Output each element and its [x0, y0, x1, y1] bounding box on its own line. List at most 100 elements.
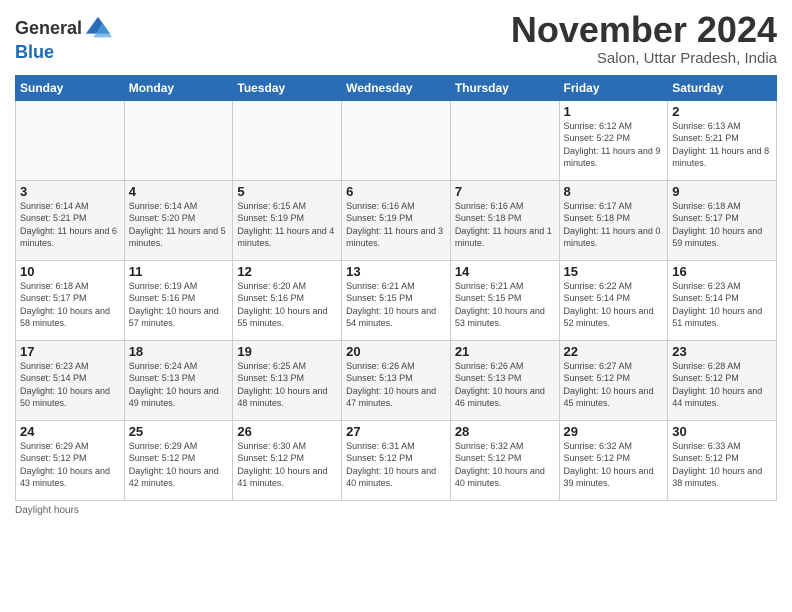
day-info: Sunrise: 6:32 AM Sunset: 5:12 PM Dayligh…: [564, 440, 664, 490]
day-number: 7: [455, 184, 555, 199]
month-title: November 2024: [511, 10, 777, 50]
day-number: 24: [20, 424, 120, 439]
day-info: Sunrise: 6:29 AM Sunset: 5:12 PM Dayligh…: [129, 440, 229, 490]
day-info: Sunrise: 6:14 AM Sunset: 5:20 PM Dayligh…: [129, 200, 229, 250]
day-info: Sunrise: 6:16 AM Sunset: 5:18 PM Dayligh…: [455, 200, 555, 250]
day-info: Sunrise: 6:17 AM Sunset: 5:18 PM Dayligh…: [564, 200, 664, 250]
header-row: SundayMondayTuesdayWednesdayThursdayFrid…: [16, 75, 777, 100]
day-info: Sunrise: 6:21 AM Sunset: 5:15 PM Dayligh…: [346, 280, 446, 330]
page-container: General Blue November 2024 Salon, Uttar …: [0, 0, 792, 526]
day-number: 23: [672, 344, 772, 359]
day-number: 16: [672, 264, 772, 279]
day-info: Sunrise: 6:13 AM Sunset: 5:21 PM Dayligh…: [672, 120, 772, 170]
day-info: Sunrise: 6:18 AM Sunset: 5:17 PM Dayligh…: [20, 280, 120, 330]
day-number: 30: [672, 424, 772, 439]
day-number: 9: [672, 184, 772, 199]
day-cell: 21Sunrise: 6:26 AM Sunset: 5:13 PM Dayli…: [450, 340, 559, 420]
logo-blue-text: Blue: [15, 42, 54, 62]
day-info: Sunrise: 6:27 AM Sunset: 5:12 PM Dayligh…: [564, 360, 664, 410]
day-cell: 8Sunrise: 6:17 AM Sunset: 5:18 PM Daylig…: [559, 180, 668, 260]
title-block: November 2024 Salon, Uttar Pradesh, Indi…: [511, 10, 777, 67]
day-cell: 23Sunrise: 6:28 AM Sunset: 5:12 PM Dayli…: [668, 340, 777, 420]
day-cell: 24Sunrise: 6:29 AM Sunset: 5:12 PM Dayli…: [16, 420, 125, 500]
daylight-label: Daylight hours: [15, 505, 79, 516]
day-info: Sunrise: 6:21 AM Sunset: 5:15 PM Dayligh…: [455, 280, 555, 330]
day-number: 25: [129, 424, 229, 439]
day-cell: 7Sunrise: 6:16 AM Sunset: 5:18 PM Daylig…: [450, 180, 559, 260]
day-info: Sunrise: 6:15 AM Sunset: 5:19 PM Dayligh…: [237, 200, 337, 250]
day-cell: 27Sunrise: 6:31 AM Sunset: 5:12 PM Dayli…: [342, 420, 451, 500]
day-info: Sunrise: 6:23 AM Sunset: 5:14 PM Dayligh…: [20, 360, 120, 410]
day-number: 2: [672, 104, 772, 119]
week-row-1: 1Sunrise: 6:12 AM Sunset: 5:22 PM Daylig…: [16, 100, 777, 180]
day-cell: 25Sunrise: 6:29 AM Sunset: 5:12 PM Dayli…: [124, 420, 233, 500]
day-number: 26: [237, 424, 337, 439]
header-monday: Monday: [124, 75, 233, 100]
day-cell: 20Sunrise: 6:26 AM Sunset: 5:13 PM Dayli…: [342, 340, 451, 420]
day-info: Sunrise: 6:28 AM Sunset: 5:12 PM Dayligh…: [672, 360, 772, 410]
day-cell: [124, 100, 233, 180]
calendar-table: SundayMondayTuesdayWednesdayThursdayFrid…: [15, 75, 777, 501]
day-cell: 6Sunrise: 6:16 AM Sunset: 5:19 PM Daylig…: [342, 180, 451, 260]
day-number: 11: [129, 264, 229, 279]
day-cell: 9Sunrise: 6:18 AM Sunset: 5:17 PM Daylig…: [668, 180, 777, 260]
day-info: Sunrise: 6:16 AM Sunset: 5:19 PM Dayligh…: [346, 200, 446, 250]
day-cell: 16Sunrise: 6:23 AM Sunset: 5:14 PM Dayli…: [668, 260, 777, 340]
header-wednesday: Wednesday: [342, 75, 451, 100]
day-number: 27: [346, 424, 446, 439]
week-row-4: 17Sunrise: 6:23 AM Sunset: 5:14 PM Dayli…: [16, 340, 777, 420]
logo-icon: [84, 15, 112, 43]
week-row-5: 24 Sunrise: 6:29 AM Sunset: 5:12 PM Dayli…: [16, 420, 777, 500]
day-info: Sunrise: 6:32 AM Sunset: 5:12 PM Dayligh…: [455, 440, 555, 490]
day-cell: 3Sunrise: 6:14 AM Sunset: 5:21 PM Daylig…: [16, 180, 125, 260]
day-number: 28: [455, 424, 555, 439]
week-row-3: 10Sunrise: 6:18 AM Sunset: 5:17 PM Dayli…: [16, 260, 777, 340]
day-info: Sunrise: 6:19 AM Sunset: 5:16 PM Dayligh…: [129, 280, 229, 330]
day-number: 15: [564, 264, 664, 279]
day-info: Sunrise: 6:26 AM Sunset: 5:13 PM Dayligh…: [346, 360, 446, 410]
header-tuesday: Tuesday: [233, 75, 342, 100]
day-cell: 2Sunrise: 6:13 AM Sunset: 5:21 PM Daylig…: [668, 100, 777, 180]
day-number: 20: [346, 344, 446, 359]
day-cell: 10Sunrise: 6:18 AM Sunset: 5:17 PM Dayli…: [16, 260, 125, 340]
day-number: 22: [564, 344, 664, 359]
day-info: Sunrise: 6:23 AM Sunset: 5:14 PM Dayligh…: [672, 280, 772, 330]
day-number: 14: [455, 264, 555, 279]
day-number: 4: [129, 184, 229, 199]
day-cell: 13Sunrise: 6:21 AM Sunset: 5:15 PM Dayli…: [342, 260, 451, 340]
footer: Daylight hours: [15, 505, 777, 516]
day-cell: [450, 100, 559, 180]
day-info: Sunrise: 6:18 AM Sunset: 5:17 PM Dayligh…: [672, 200, 772, 250]
day-cell: 5Sunrise: 6:15 AM Sunset: 5:19 PM Daylig…: [233, 180, 342, 260]
day-info: Sunrise: 6:33 AM Sunset: 5:12 PM Dayligh…: [672, 440, 772, 490]
day-cell: 1Sunrise: 6:12 AM Sunset: 5:22 PM Daylig…: [559, 100, 668, 180]
day-cell: 11Sunrise: 6:19 AM Sunset: 5:16 PM Dayli…: [124, 260, 233, 340]
day-info: Sunrise: 6:26 AM Sunset: 5:13 PM Dayligh…: [455, 360, 555, 410]
day-number: 19: [237, 344, 337, 359]
day-cell: [342, 100, 451, 180]
day-info: Sunrise: 6:14 AM Sunset: 5:21 PM Dayligh…: [20, 200, 120, 250]
day-number: 1: [564, 104, 664, 119]
day-cell: 15Sunrise: 6:22 AM Sunset: 5:14 PM Dayli…: [559, 260, 668, 340]
header-friday: Friday: [559, 75, 668, 100]
day-info: Sunrise: 6:25 AM Sunset: 5:13 PM Dayligh…: [237, 360, 337, 410]
header-thursday: Thursday: [450, 75, 559, 100]
day-cell: 4Sunrise: 6:14 AM Sunset: 5:20 PM Daylig…: [124, 180, 233, 260]
day-cell: 17Sunrise: 6:23 AM Sunset: 5:14 PM Dayli…: [16, 340, 125, 420]
day-number: 18: [129, 344, 229, 359]
day-info: Sunrise: 6:30 AM Sunset: 5:12 PM Dayligh…: [237, 440, 337, 490]
header: General Blue November 2024 Salon, Uttar …: [15, 10, 777, 67]
day-number: 13: [346, 264, 446, 279]
day-cell: 26Sunrise: 6:30 AM Sunset: 5:12 PM Dayli…: [233, 420, 342, 500]
header-saturday: Saturday: [668, 75, 777, 100]
day-number: 3: [20, 184, 120, 199]
day-cell: [233, 100, 342, 180]
day-cell: [16, 100, 125, 180]
logo-general-text: General: [15, 19, 82, 39]
day-number: 21: [455, 344, 555, 359]
day-number: 29: [564, 424, 664, 439]
day-cell: 19Sunrise: 6:25 AM Sunset: 5:13 PM Dayli…: [233, 340, 342, 420]
location-subtitle: Salon, Uttar Pradesh, India: [511, 50, 777, 67]
day-info: Sunrise: 6:31 AM Sunset: 5:12 PM Dayligh…: [346, 440, 446, 490]
day-number: 6: [346, 184, 446, 199]
